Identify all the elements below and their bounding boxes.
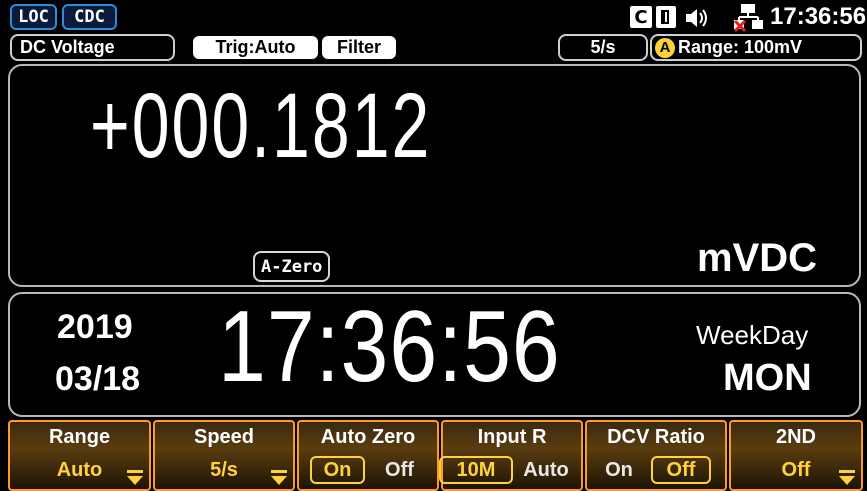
softkey-title: Speed xyxy=(193,426,255,448)
a-zero-badge: A-Zero xyxy=(253,251,331,282)
network-disconnected-icon xyxy=(733,4,763,33)
datetime-clock: 17:36:56 xyxy=(218,290,561,404)
filter-badge: Filter xyxy=(322,36,396,59)
storage-icon xyxy=(656,6,676,28)
softkey-speed[interactable]: Speed 5/s xyxy=(153,420,295,491)
rate-label: 5/s xyxy=(558,34,648,61)
c-badge-icon: C xyxy=(630,6,652,28)
softkey-title: Input R xyxy=(477,426,547,448)
softkey-input-r[interactable]: Input R 10M Auto xyxy=(439,420,583,491)
cdc-indicator: CDC xyxy=(62,4,117,30)
option-off[interactable]: Off xyxy=(377,456,422,484)
speaker-icon xyxy=(686,9,707,27)
weekday-value: MON xyxy=(723,357,812,399)
softkey-2nd[interactable]: 2ND Off xyxy=(729,420,863,491)
date-year: 2019 xyxy=(57,308,133,346)
trigger-badge: Trig:Auto xyxy=(193,36,318,59)
option-off[interactable]: Off xyxy=(651,456,711,484)
option-auto[interactable]: Auto xyxy=(516,456,576,484)
softkey-auto-zero[interactable]: Auto Zero On Off xyxy=(297,420,439,491)
softkey-title: Auto Zero xyxy=(320,426,416,448)
option-10m[interactable]: 10M xyxy=(439,456,513,484)
function-label: DC Voltage xyxy=(10,34,175,61)
unit-label: mVDC xyxy=(697,236,818,280)
loc-indicator: LOC xyxy=(10,4,57,30)
softkey-range[interactable]: Range Auto xyxy=(8,420,151,491)
softkey-bar: Range Auto Speed 5/s Auto Zero On Off In… xyxy=(0,420,867,491)
option-on[interactable]: On xyxy=(310,456,365,484)
date-month-day: 03/18 xyxy=(55,360,141,398)
main-reading: +000.1812 xyxy=(90,74,432,178)
dropdown-arrow-icon xyxy=(839,470,855,485)
dropdown-arrow-icon xyxy=(271,470,287,485)
softkey-title: 2ND xyxy=(775,426,816,448)
weekday-label: WeekDay xyxy=(696,320,809,350)
dropdown-arrow-icon xyxy=(127,470,143,485)
softkey-title: Range xyxy=(48,426,111,448)
softkey-dcv-ratio[interactable]: DCV Ratio On Off xyxy=(585,420,727,491)
status-clock: 17:36:56 xyxy=(770,3,867,30)
auto-range-icon: A xyxy=(655,37,675,58)
range-label: Range: 100mV xyxy=(678,37,803,57)
softkey-title: DCV Ratio xyxy=(607,426,705,448)
range-indicator: A Range: 100mV xyxy=(650,34,862,61)
option-on[interactable]: On xyxy=(599,456,639,484)
